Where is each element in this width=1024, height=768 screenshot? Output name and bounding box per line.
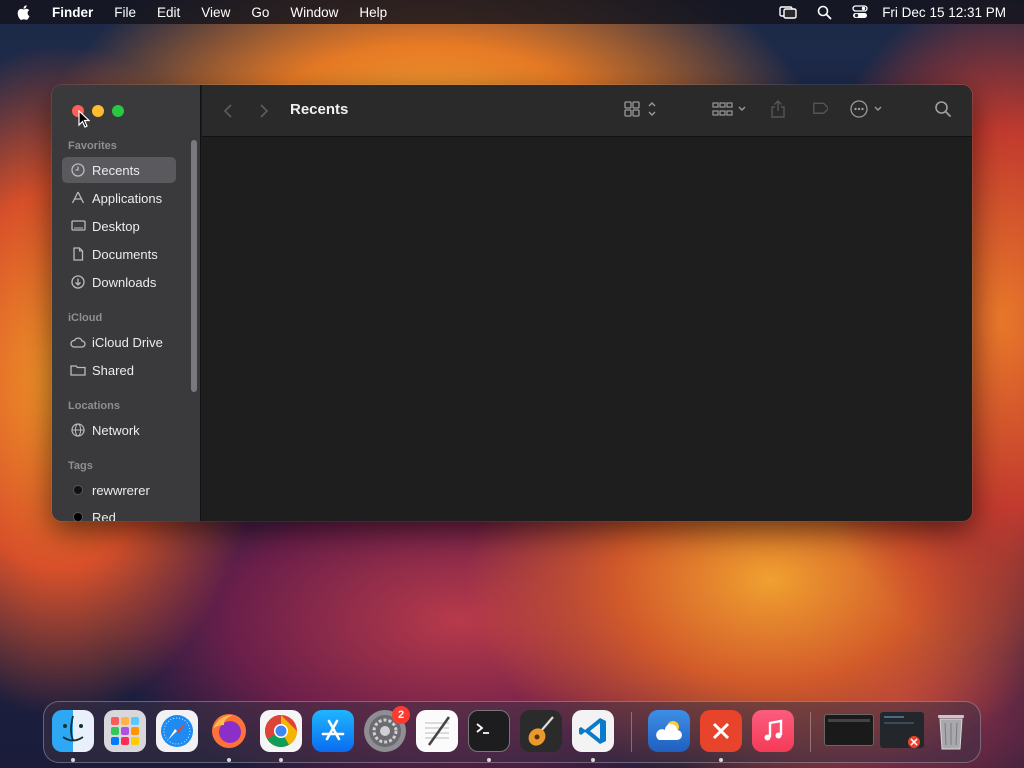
sidebar-section-icloud: iCloud [68, 312, 103, 324]
spotlight-search-icon[interactable] [817, 5, 832, 20]
dock-running-indicator [719, 758, 723, 762]
dock-minimized-window-2[interactable] [880, 712, 924, 748]
minimize-button[interactable] [92, 105, 104, 117]
shared-folder-icon [70, 362, 86, 378]
tag-dot-icon [70, 482, 86, 498]
dock-trash-icon[interactable] [930, 710, 972, 752]
finder-window: Favorites Recents Applications Desktop D… [52, 85, 972, 521]
globe-icon [70, 422, 86, 438]
clock-icon [70, 162, 86, 178]
dock-weather-icon[interactable] [648, 710, 690, 752]
finder-sidebar: Favorites Recents Applications Desktop D… [52, 85, 201, 521]
grid-view-icon [624, 100, 658, 123]
apple-menu-icon[interactable] [16, 4, 38, 21]
dock-minimized-window-1[interactable] [824, 714, 874, 746]
document-icon [70, 246, 86, 262]
action-menu-button[interactable] [850, 85, 886, 137]
screen-mirroring-icon[interactable] [779, 5, 797, 19]
search-button[interactable] [934, 85, 952, 137]
sidebar-item-tag-red[interactable]: Red [62, 504, 176, 521]
zoom-button[interactable] [112, 105, 124, 117]
group-by-button[interactable] [712, 85, 748, 137]
sidebar-item-label: Recents [92, 162, 140, 178]
dock-safari-icon[interactable] [156, 710, 198, 752]
share-icon [770, 99, 786, 124]
dock: 2 [43, 701, 981, 763]
forward-button[interactable] [258, 85, 270, 137]
sidebar-item-label: Downloads [92, 274, 157, 290]
sidebar-item-label: Applications [92, 190, 163, 206]
finder-toolbar: Recents [202, 85, 972, 137]
back-button[interactable] [222, 85, 234, 137]
sidebar-item-label: Network [92, 422, 140, 438]
tag-dot-icon [70, 509, 86, 521]
menu-go[interactable]: Go [251, 5, 269, 20]
sidebar-item-label: Shared [92, 362, 134, 378]
applications-icon [70, 190, 86, 206]
mouse-cursor-icon [78, 109, 91, 133]
dock-remote-desktop-icon[interactable] [700, 710, 742, 752]
tag-button[interactable] [808, 85, 830, 137]
control-center-icon[interactable] [852, 5, 868, 19]
menu-edit[interactable]: Edit [157, 5, 180, 20]
sidebar-scrollbar[interactable] [191, 140, 197, 392]
sidebar-item-network[interactable]: Network [62, 417, 176, 443]
sidebar-item-desktop[interactable]: Desktop [62, 213, 176, 239]
more-options-icon [850, 99, 886, 124]
sidebar-item-label: rewwrerer [92, 482, 150, 498]
dock-terminal-icon[interactable] [468, 710, 510, 752]
sidebar-item-label: iCloud Drive [92, 334, 163, 350]
dock-textedit-icon[interactable] [416, 710, 458, 752]
dock-music-icon[interactable] [752, 710, 794, 752]
sidebar-section-tags: Tags [68, 460, 93, 472]
dock-app-store-icon[interactable] [312, 710, 354, 752]
menu-view[interactable]: View [201, 5, 230, 20]
sidebar-section-locations: Locations [68, 400, 120, 412]
menu-file[interactable]: File [114, 5, 136, 20]
dock-separator [810, 712, 811, 752]
sidebar-item-downloads[interactable]: Downloads [62, 269, 176, 295]
menu-finder[interactable]: Finder [52, 5, 93, 20]
dock-firefox-icon[interactable] [208, 710, 250, 752]
sidebar-item-applications[interactable]: Applications [62, 185, 176, 211]
menu-bar: Finder File Edit View Go Window Help Fri… [0, 0, 1024, 24]
sidebar-item-label: Red [92, 509, 116, 522]
sidebar-section-favorites: Favorites [68, 140, 117, 152]
window-title: Recents [290, 101, 349, 118]
menu-help[interactable]: Help [359, 5, 387, 20]
dock-finder-icon[interactable] [52, 710, 94, 752]
view-mode-button[interactable] [624, 85, 658, 137]
tag-icon [808, 99, 830, 124]
dock-launchpad-icon[interactable] [104, 710, 146, 752]
dock-separator [631, 712, 632, 752]
sidebar-item-recents[interactable]: Recents [62, 157, 176, 183]
dock-garageband-icon[interactable] [520, 710, 562, 752]
notification-badge: 2 [392, 706, 410, 724]
sidebar-item-tag-rewwrerer[interactable]: rewwrerer [62, 477, 176, 503]
file-list-area[interactable] [202, 138, 972, 521]
desktop-icon [70, 218, 86, 234]
sidebar-item-documents[interactable]: Documents [62, 241, 176, 267]
menubar-clock[interactable]: Fri Dec 15 12:31 PM [882, 5, 1006, 20]
dock-running-indicator [227, 758, 231, 762]
dock-chrome-icon[interactable] [260, 710, 302, 752]
dock-running-indicator [487, 758, 491, 762]
cloud-icon [70, 334, 86, 350]
sidebar-item-label: Documents [92, 246, 158, 262]
download-icon [70, 274, 86, 290]
menu-window[interactable]: Window [290, 5, 338, 20]
sidebar-item-label: Desktop [92, 218, 140, 234]
sidebar-item-icloud-drive[interactable]: iCloud Drive [62, 329, 176, 355]
dock-vscode-icon[interactable] [572, 710, 614, 752]
dock-running-indicator [71, 758, 75, 762]
dock-running-indicator [591, 758, 595, 762]
group-icon [712, 100, 748, 123]
dock-running-indicator [279, 758, 283, 762]
share-button[interactable] [770, 85, 786, 137]
search-icon [934, 100, 952, 123]
sidebar-item-shared[interactable]: Shared [62, 357, 176, 383]
